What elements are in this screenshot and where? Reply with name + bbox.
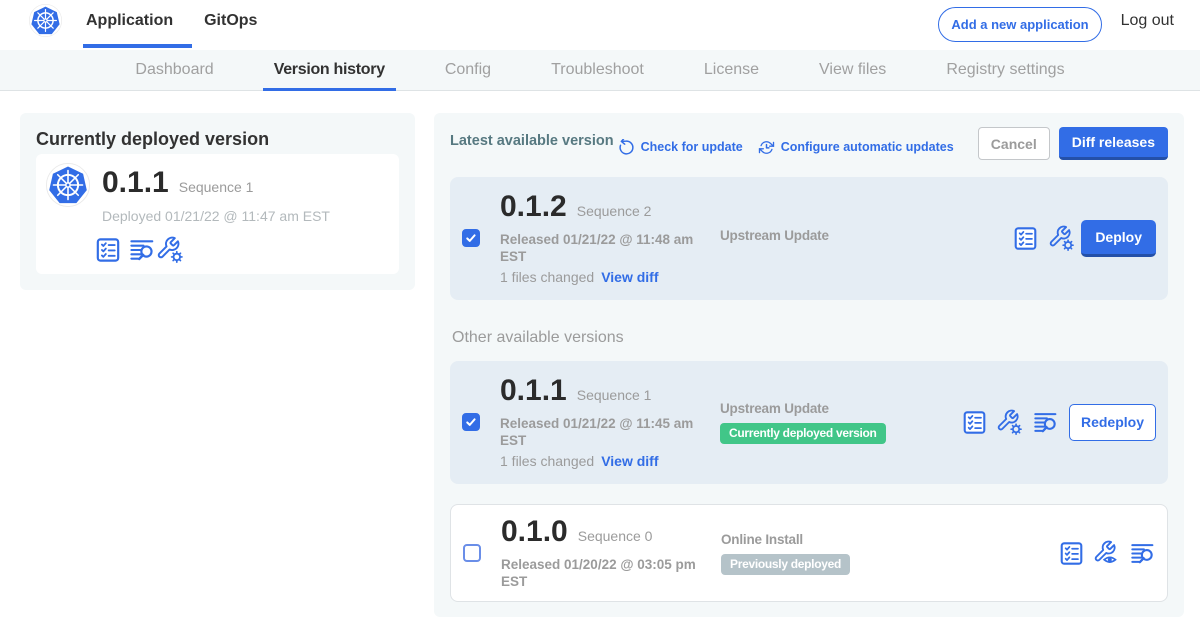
config-gear-icon[interactable] (997, 409, 1023, 435)
subnav-tab-config[interactable]: Config (434, 50, 502, 90)
release-info: 0.1.0 Sequence 0 Released 01/20/22 @ 03:… (501, 516, 721, 590)
deploy-button[interactable]: Deploy (1081, 220, 1156, 257)
view-diff-link[interactable]: View diff (601, 269, 658, 285)
latest-available-title: Latest available version (450, 131, 614, 151)
release-version: 0.1.2 (500, 191, 567, 223)
release-actions: Redeploy (962, 404, 1156, 441)
tab-gitops-label: GitOps (204, 12, 257, 30)
release-source-label: Upstream Update (720, 401, 962, 416)
diff-releases-button[interactable]: Diff releases (1059, 127, 1168, 160)
check-for-update-link[interactable]: Check for update (618, 139, 743, 156)
subnav-tab-view-files[interactable]: View files (808, 50, 897, 90)
release-actions (1059, 540, 1155, 566)
preflight-checklist-icon[interactable] (1013, 226, 1038, 251)
subnav-tab-version-history[interactable]: Version history (263, 50, 396, 90)
kubernetes-logo-icon (29, 4, 62, 37)
config-gear-icon[interactable] (157, 236, 184, 263)
currently-deployed-card: 0.1.1 Sequence 1 Deployed 01/21/22 @ 11:… (36, 154, 399, 274)
header-tabs: Application GitOps (77, 0, 279, 50)
preflight-checklist-icon[interactable] (95, 237, 121, 263)
release-source-label: Online Install (721, 532, 1059, 547)
version-line: 0.1.0 Sequence 0 (501, 516, 721, 548)
view-logs-icon[interactable] (1033, 410, 1058, 435)
subnav-tab-license[interactable]: License (693, 50, 770, 90)
currently-deployed-panel: Currently deployed version 0.1.1 Sequenc… (20, 113, 415, 290)
check-for-update-label: Check for update (641, 140, 743, 154)
version-history-panel: Latest available version Check for updat… (434, 113, 1184, 617)
tab-application-label: Application (86, 12, 173, 30)
files-changed-line: 1 files changed View diff (500, 269, 720, 285)
top-header: Application GitOps Add a new application… (0, 0, 1200, 50)
refresh-icon (618, 139, 635, 156)
previously-deployed-badge: Previously deployed (721, 554, 850, 575)
files-changed-label: 1 files changed (500, 453, 594, 469)
release-timestamp: Released 01/21/22 @ 11:45 am EST (500, 415, 700, 449)
release-source: Online Install Previously deployed (721, 532, 1059, 575)
subnav-tab-dashboard[interactable]: Dashboard (124, 50, 224, 90)
release-info: 0.1.2 Sequence 2 Released 01/21/22 @ 11:… (500, 191, 720, 285)
currently-deployed-title: Currently deployed version (36, 129, 399, 149)
release-checkbox[interactable] (462, 229, 480, 247)
config-gear-icon[interactable] (1048, 225, 1076, 251)
configure-updates-link[interactable]: Configure automatic updates (758, 139, 954, 156)
currently-deployed-badge: Currently deployed version (720, 423, 886, 444)
deployed-sequence: Sequence 1 (179, 179, 254, 195)
other-versions-title: Other available versions (452, 329, 1168, 347)
release-sequence: Sequence 1 (577, 387, 652, 403)
view-diff-link[interactable]: View diff (601, 453, 658, 469)
release-source: Upstream Update (720, 233, 1013, 243)
deployed-timestamp: Deployed 01/21/22 @ 11:47 am EST (102, 208, 330, 224)
cancel-button[interactable]: Cancel (978, 127, 1050, 160)
subnav-tab-registry-settings[interactable]: Registry settings (935, 50, 1075, 90)
release-checkbox[interactable] (463, 544, 481, 562)
release-source-label: Upstream Update (720, 228, 1013, 243)
updates-header: Latest available version Check for updat… (450, 127, 1168, 160)
release-row-0-1-2: 0.1.2 Sequence 2 Released 01/21/22 @ 11:… (450, 177, 1168, 300)
logout-link[interactable]: Log out (1121, 12, 1174, 30)
deployed-version-actions (95, 236, 330, 263)
release-sequence: Sequence 2 (577, 203, 652, 219)
subnav-tab-troubleshoot[interactable]: Troubleshoot (540, 50, 655, 90)
config-view-icon[interactable] (1094, 540, 1120, 566)
files-changed-line: 1 files changed View diff (500, 453, 720, 469)
checkmark-icon (464, 413, 478, 431)
release-sequence: Sequence 0 (578, 528, 653, 544)
release-info: 0.1.1 Sequence 1 Released 01/21/22 @ 11:… (500, 375, 720, 469)
header-actions: Cancel Diff releases (978, 127, 1168, 160)
app-kubernetes-logo-icon (46, 163, 90, 207)
tab-gitops[interactable]: GitOps (195, 0, 266, 50)
release-checkbox[interactable] (462, 413, 480, 431)
header-right: Add a new application Log out (938, 0, 1174, 50)
version-line: 0.1.2 Sequence 2 (500, 191, 720, 223)
release-version: 0.1.0 (501, 516, 568, 548)
view-logs-icon[interactable] (1130, 541, 1155, 566)
deployed-version: 0.1.1 (102, 167, 169, 199)
release-row-0-1-1: 0.1.1 Sequence 1 Released 01/21/22 @ 11:… (450, 361, 1168, 484)
preflight-checklist-icon[interactable] (1059, 541, 1084, 566)
release-timestamp: Released 01/20/22 @ 03:05 pm EST (501, 556, 701, 590)
release-version: 0.1.1 (500, 375, 567, 407)
release-source: Upstream Update Currently deployed versi… (720, 401, 962, 444)
deployed-info: 0.1.1 Sequence 1 Deployed 01/21/22 @ 11:… (102, 167, 330, 263)
files-changed-label: 1 files changed (500, 269, 594, 285)
release-timestamp: Released 01/21/22 @ 11:48 am EST (500, 231, 700, 265)
add-application-button[interactable]: Add a new application (938, 7, 1101, 42)
release-actions: Deploy (1013, 220, 1156, 257)
version-line: 0.1.1 Sequence 1 (500, 375, 720, 407)
release-row-0-1-0: 0.1.0 Sequence 0 Released 01/20/22 @ 03:… (450, 504, 1168, 602)
view-logs-icon[interactable] (129, 237, 155, 263)
schedule-update-icon (758, 139, 775, 156)
version-line: 0.1.1 Sequence 1 (102, 167, 330, 199)
checkmark-icon (464, 229, 478, 247)
app-subnav: Dashboard Version history Config Trouble… (0, 50, 1200, 91)
main-content: Currently deployed version 0.1.1 Sequenc… (0, 91, 1200, 617)
tab-application[interactable]: Application (77, 0, 182, 50)
preflight-checklist-icon[interactable] (962, 410, 987, 435)
redeploy-button[interactable]: Redeploy (1069, 404, 1156, 441)
configure-updates-label: Configure automatic updates (781, 140, 954, 154)
